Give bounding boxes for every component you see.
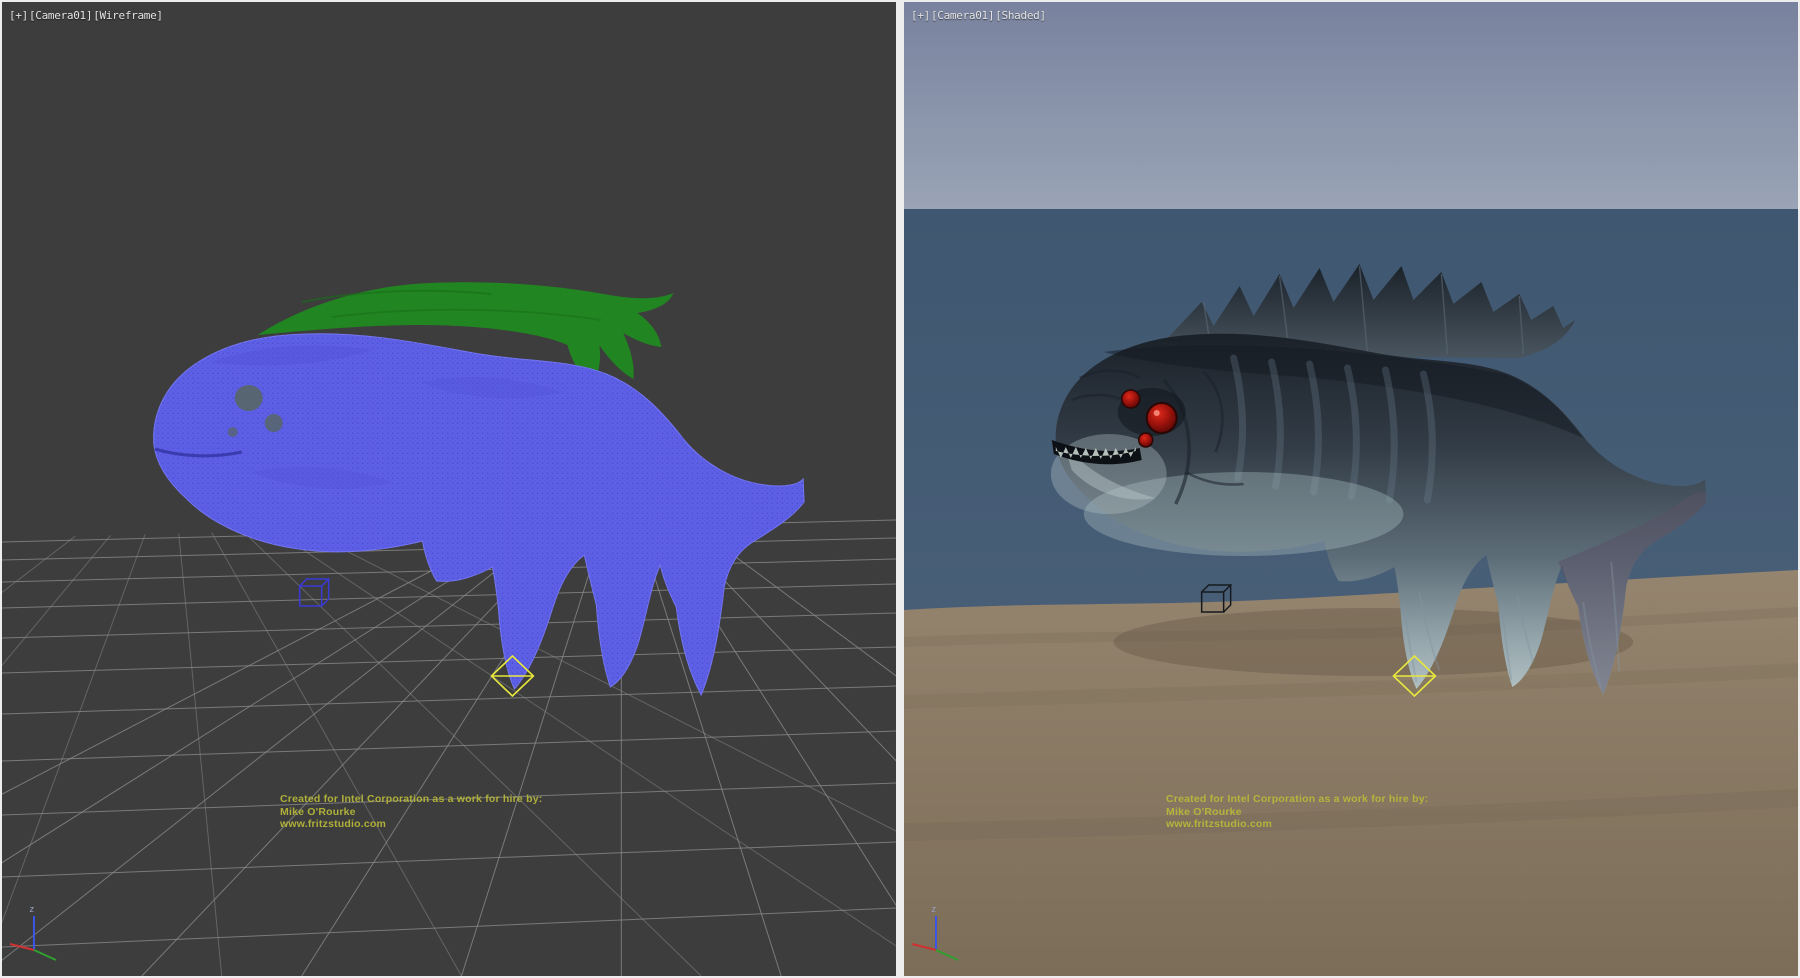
fish-eye-red <box>1122 390 1140 408</box>
viewport-shading-menu[interactable]: [Wireframe] <box>93 9 163 22</box>
watermark-line: Created for Intel Corporation as a work … <box>1166 793 1428 806</box>
fish-eye-red <box>1139 433 1153 447</box>
viewport-general-menu[interactable]: [+] <box>911 9 930 22</box>
viewport-label-wireframe: [+][Camera01][Wireframe] <box>9 9 164 22</box>
viewport-camera-menu[interactable]: [Camera01] <box>931 9 994 22</box>
viewport-label-shaded: [+][Camera01][Shaded] <box>911 9 1047 22</box>
watermark: Created for Intel Corporation as a work … <box>280 793 542 831</box>
watermark-line: www.fritzstudio.com <box>280 818 542 831</box>
viewport-camera-menu[interactable]: [Camera01] <box>29 9 92 22</box>
watermark: Created for Intel Corporation as a work … <box>1166 793 1428 831</box>
fish-eye <box>235 385 263 411</box>
watermark-line: Mike O'Rourke <box>280 806 542 819</box>
watermark-line: www.fritzstudio.com <box>1166 818 1428 831</box>
watermark-line: Created for Intel Corporation as a work … <box>280 793 542 806</box>
fish-shadow <box>1114 608 1633 676</box>
viewport-splitter[interactable] <box>896 0 904 978</box>
viewport-wireframe[interactable]: z [+][Camera01][Wireframe] Created for I… <box>2 2 896 976</box>
fish-eye <box>265 414 283 432</box>
fish-eye-red <box>1147 403 1177 433</box>
dual-viewport-area: z [+][Camera01][Wireframe] Created for I… <box>0 0 1800 978</box>
viewport-general-menu[interactable]: [+] <box>9 9 28 22</box>
eye-highlight <box>1154 410 1160 416</box>
fish-eye <box>228 427 238 437</box>
viewport-shading-menu[interactable]: [Shaded] <box>995 9 1046 22</box>
watermark-line: Mike O'Rourke <box>1166 806 1428 819</box>
axis-z-label: z <box>931 905 936 915</box>
sky <box>904 2 1798 209</box>
axis-z-label: z <box>29 905 34 915</box>
viewport-shaded[interactable]: z [+][Camera01][Shaded] Created for Inte… <box>904 2 1798 976</box>
